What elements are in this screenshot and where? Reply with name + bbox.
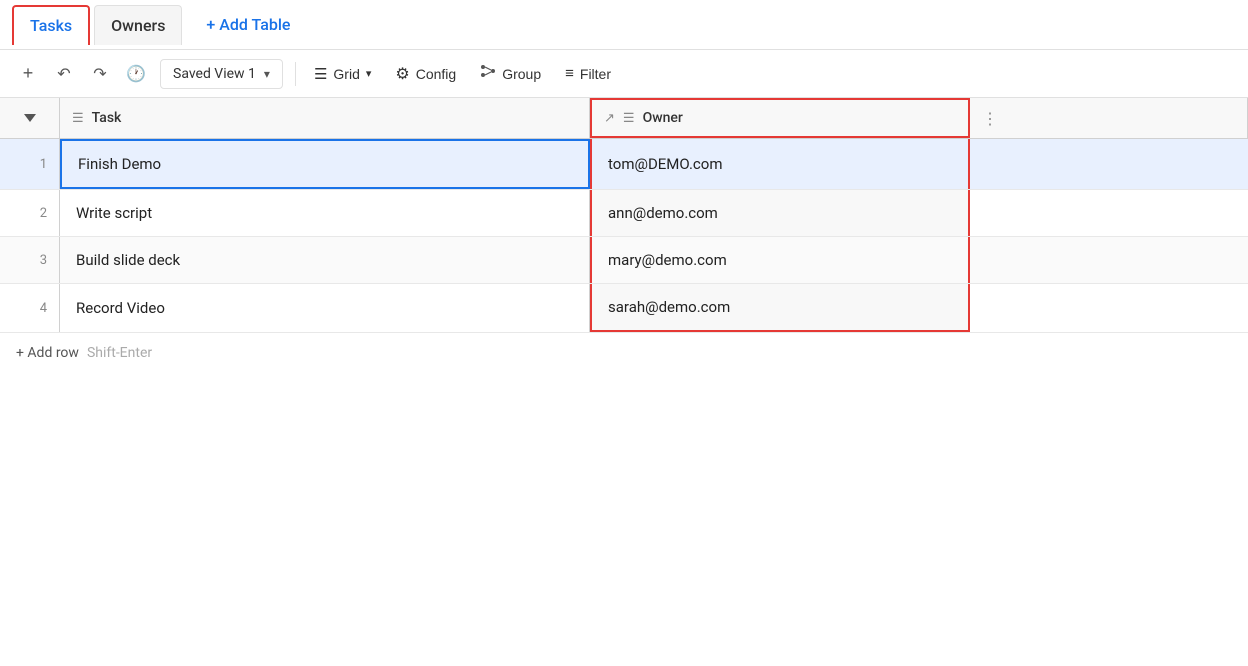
add-row-shortcut: Shift-Enter <box>87 345 152 361</box>
group-icon <box>480 63 496 84</box>
saved-view-label: Saved View 1 <box>173 66 256 82</box>
owner-col-label: Owner <box>643 110 683 126</box>
extra-cell-1 <box>970 139 1248 189</box>
add-row-bar[interactable]: + Add row Shift-Enter <box>0 333 1248 373</box>
extra-col-menu-icon: ⋮ <box>982 109 998 128</box>
group-label: Group <box>502 66 541 82</box>
add-icon: + <box>23 63 34 84</box>
row-number-2: 2 <box>0 190 60 236</box>
add-table-label: + Add Table <box>206 15 290 34</box>
history-icon: 🕐 <box>126 64 146 84</box>
config-gear-icon: ⚙ <box>395 64 409 84</box>
table-row[interactable]: 1 Finish Demo tom@DEMO.com <box>0 139 1248 190</box>
toolbar-divider-1 <box>295 62 296 86</box>
extra-cell-2 <box>970 190 1248 236</box>
add-table-button[interactable]: + Add Table <box>194 7 302 42</box>
saved-view-selector[interactable]: Saved View 1 ▾ <box>160 59 283 89</box>
grid-view-button[interactable]: ☰ Grid ▾ <box>304 59 381 89</box>
grid-label: Grid <box>333 66 359 82</box>
history-button[interactable]: 🕐 <box>120 58 152 90</box>
row-number-3: 3 <box>0 237 60 283</box>
tab-owners[interactable]: Owners <box>94 5 182 45</box>
filter-button[interactable]: ≡ Filter <box>555 59 621 88</box>
task-column-header[interactable]: ☰ Task <box>60 98 590 138</box>
tab-owners-label: Owners <box>111 16 165 35</box>
grid-lines-icon: ☰ <box>314 65 327 83</box>
redo-icon: ↷ <box>93 64 106 84</box>
config-button[interactable]: ⚙ Config <box>385 58 466 90</box>
owner-cell-3[interactable]: mary@demo.com <box>590 237 970 283</box>
tab-bar: Tasks Owners + Add Table <box>0 0 1248 50</box>
grid: ☰ Task ↗ ☰ Owner ⋮ 1 Finish Demo tom@DEM… <box>0 98 1248 373</box>
toolbar: + ↶ ↷ 🕐 Saved View 1 ▾ ☰ Grid ▾ ⚙ Config <box>0 50 1248 98</box>
owner-cell-2[interactable]: ann@demo.com <box>590 190 970 236</box>
filter-icon: ≡ <box>565 65 574 82</box>
owner-col-lines-icon: ☰ <box>623 111 635 126</box>
grid-dropdown-icon: ▾ <box>366 67 372 80</box>
table-row[interactable]: 2 Write script ann@demo.com <box>0 190 1248 237</box>
task-cell-3[interactable]: Build slide deck <box>60 237 590 283</box>
owner-column-header[interactable]: ↗ ☰ Owner <box>590 98 970 138</box>
row-number-1: 1 <box>0 139 60 189</box>
table-row[interactable]: 4 Record Video sarah@demo.com <box>0 284 1248 333</box>
add-row-label: + Add row <box>16 345 79 361</box>
row-number-4: 4 <box>0 284 60 332</box>
task-cell-1[interactable]: Finish Demo <box>60 139 590 189</box>
extra-cell-3 <box>970 237 1248 283</box>
undo-button[interactable]: ↶ <box>48 58 80 90</box>
config-label: Config <box>416 66 456 82</box>
tab-tasks-label: Tasks <box>30 16 72 35</box>
extra-column-header[interactable]: ⋮ <box>970 98 1248 138</box>
table-row[interactable]: 3 Build slide deck mary@demo.com <box>0 237 1248 284</box>
dropdown-chevron-icon: ▾ <box>264 67 270 81</box>
group-button[interactable]: Group <box>470 57 551 90</box>
tab-tasks[interactable]: Tasks <box>12 5 90 45</box>
task-col-label: Task <box>92 110 122 126</box>
add-button[interactable]: + <box>12 58 44 90</box>
task-cell-4[interactable]: Record Video <box>60 284 590 332</box>
owner-col-sort-icon: ↗ <box>604 111 615 126</box>
owner-cell-4[interactable]: sarah@demo.com <box>590 284 970 332</box>
task-col-lines-icon: ☰ <box>72 111 84 126</box>
grid-header: ☰ Task ↗ ☰ Owner ⋮ <box>0 98 1248 139</box>
extra-cell-4 <box>970 284 1248 332</box>
task-cell-2[interactable]: Write script <box>60 190 590 236</box>
undo-icon: ↶ <box>57 64 70 84</box>
row-number-header <box>0 98 60 138</box>
filter-label: Filter <box>580 66 611 82</box>
row-expand-icon <box>22 110 38 126</box>
redo-button[interactable]: ↷ <box>84 58 116 90</box>
owner-cell-1[interactable]: tom@DEMO.com <box>590 139 970 189</box>
